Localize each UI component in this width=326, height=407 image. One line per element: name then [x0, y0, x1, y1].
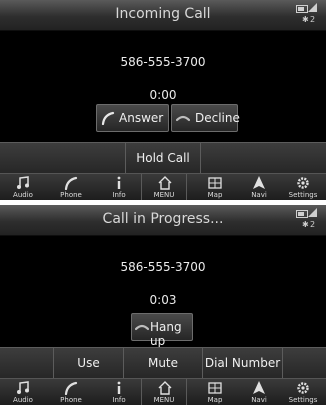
home-icon [158, 381, 172, 395]
hang-up-label: Hang up [150, 320, 182, 348]
nav-item-audio[interactable]: Audio [0, 379, 46, 405]
call-action-bar: Hold Call [0, 142, 326, 174]
info-icon [117, 176, 121, 189]
nav-item-phone[interactable]: Phone [48, 379, 94, 405]
answer-button[interactable]: Answer [96, 104, 169, 132]
nav-item-menu[interactable]: MENU [141, 379, 187, 405]
decline-button[interactable]: Decline [171, 104, 240, 132]
phone-icon [101, 111, 115, 125]
call-content: 586-555-3700 0:03 Hang up [0, 236, 326, 348]
nav-label: Settings [288, 191, 318, 199]
use-handset-button[interactable]: Use Handset [53, 348, 123, 401]
music-note-icon [17, 176, 29, 189]
music-note-icon [17, 381, 29, 394]
nav-label: MENU [153, 396, 175, 404]
mute-button[interactable]: Mute [123, 348, 203, 379]
gear-icon [297, 382, 309, 394]
nav-item-settings[interactable]: Settings [280, 379, 326, 405]
title-bar: Incoming Call ✱ 2 [0, 0, 326, 31]
call-in-progress-screen: Call in Progress... ✱ 2 586-555-3700 0:0… [0, 205, 326, 405]
hang-up-icon [176, 115, 190, 122]
bottom-nav-bar: Audio Phone Info MENU Map Navi Settings [0, 378, 326, 405]
nav-item-audio[interactable]: Audio [0, 174, 46, 200]
gear-icon [297, 177, 309, 189]
signal-icon [308, 3, 317, 12]
nav-item-menu[interactable]: MENU [141, 174, 187, 200]
nav-item-settings[interactable]: Settings [280, 174, 326, 200]
status-count: 2 [310, 220, 316, 229]
hold-call-button[interactable]: Hold Call [125, 143, 201, 174]
status-count: 2 [310, 15, 316, 24]
nav-label: Settings [288, 396, 318, 404]
title-bar: Call in Progress... ✱ 2 [0, 205, 326, 236]
incoming-call-screen: Incoming Call ✱ 2 586-555-3700 0:00 Answ… [0, 0, 326, 200]
navigation-arrow-icon [253, 381, 265, 394]
call-timer: 0:03 [149, 293, 177, 307]
navigation-arrow-icon [253, 176, 265, 189]
map-icon [208, 382, 222, 394]
call-content: 586-555-3700 0:00 Answer Decline [0, 31, 326, 142]
map-icon [208, 177, 222, 189]
bluetooth-icon: ✱ [302, 220, 309, 229]
status-indicators: ✱ 2 [296, 208, 318, 232]
nav-item-phone[interactable]: Phone [48, 174, 94, 200]
bluetooth-icon: ✱ [302, 15, 309, 24]
hang-up-icon [135, 324, 149, 331]
caller-number: 586-555-3700 [120, 55, 206, 69]
home-icon [158, 176, 172, 190]
signal-icon [308, 208, 317, 217]
screen-title: Call in Progress... [102, 211, 224, 227]
phone-icon [64, 176, 78, 190]
hang-up-button[interactable]: Hang up [131, 313, 193, 348]
nav-label: MENU [153, 191, 175, 199]
call-action-bar: Use Handset Mute Dial Number [0, 347, 326, 401]
phone-icon [64, 381, 78, 395]
caller-number: 586-555-3700 [120, 260, 206, 274]
info-icon [117, 381, 121, 394]
answer-label: Answer [119, 111, 164, 125]
status-indicators: ✱ 2 [296, 3, 318, 27]
screen-title: Incoming Call [115, 6, 211, 22]
dial-number-button[interactable]: Dial Number [203, 348, 283, 379]
decline-label: Decline [195, 111, 240, 125]
bottom-nav-bar: Audio Phone Info MENU Map Navi Settings [0, 173, 326, 200]
call-timer: 0:00 [149, 88, 177, 102]
battery-icon [296, 210, 308, 218]
battery-icon [296, 5, 308, 13]
